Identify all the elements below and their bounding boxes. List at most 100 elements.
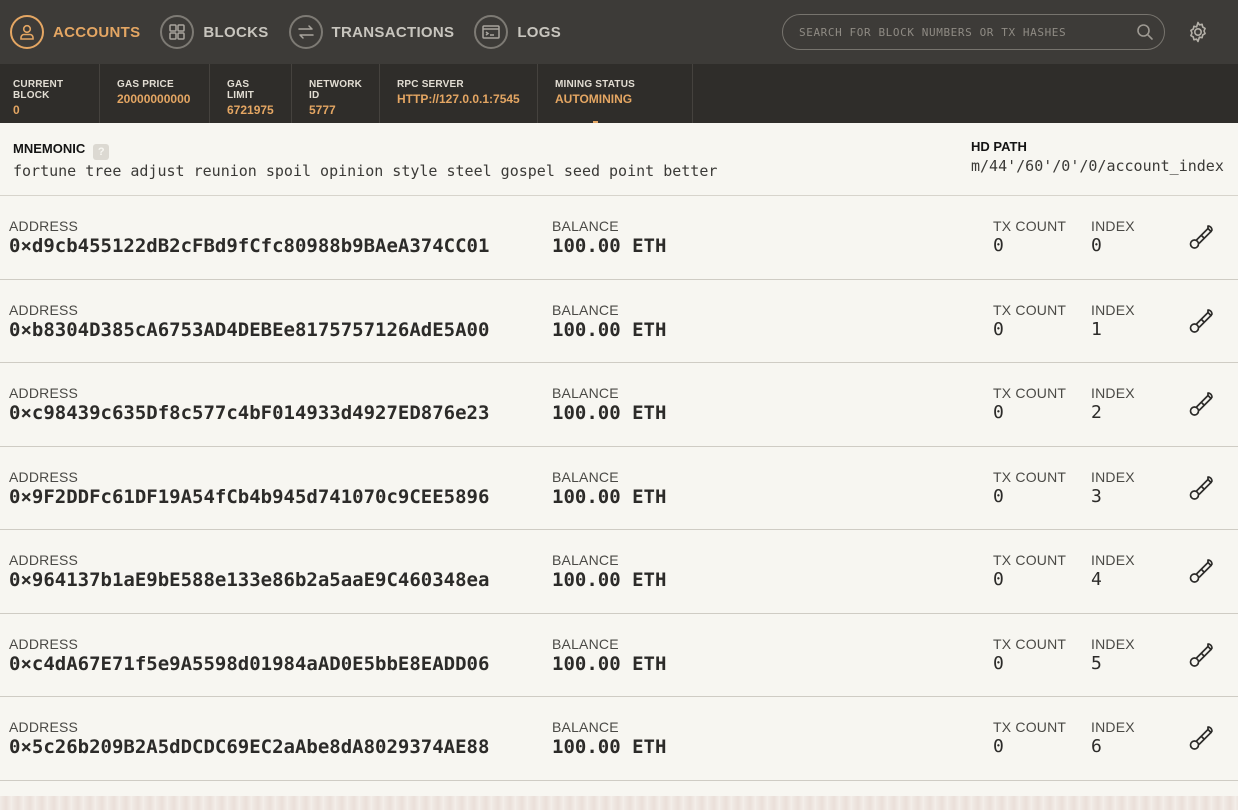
account-index: 2 bbox=[1091, 402, 1102, 423]
stat-value: HTTP://127.0.0.1:7545 bbox=[397, 92, 520, 106]
stat-gas-limit: GAS LIMIT 6721975 bbox=[210, 64, 292, 123]
account-balance: 100.00 ETH bbox=[552, 736, 667, 758]
account-balance: 100.00 ETH bbox=[552, 569, 667, 591]
tx-count-label: TX COUNT bbox=[993, 552, 1067, 568]
account-address: 0×9F2DDFc61DF19A54fCb4b945d741070c9CEE58… bbox=[9, 485, 490, 508]
stat-value: 20000000000 bbox=[117, 92, 191, 106]
nav-logs[interactable]: LOGS bbox=[474, 15, 561, 49]
blocks-icon bbox=[160, 15, 195, 49]
account-tx-count: 0 bbox=[993, 318, 1004, 340]
balance-label: BALANCE bbox=[552, 719, 619, 735]
index-label: INDEX bbox=[1091, 552, 1135, 568]
address-label: ADDRESS bbox=[9, 635, 79, 652]
key-icon[interactable] bbox=[1186, 389, 1216, 419]
stat-label: GAS LIMIT bbox=[227, 79, 255, 101]
key-icon[interactable] bbox=[1186, 723, 1216, 753]
account-row: ADDRESS 0×c4dA67E71f5e9A5598d01984aAD0E5… bbox=[0, 614, 1238, 697]
stat-value: 6721975 bbox=[227, 103, 274, 117]
account-address: 0×964137b1aE9bE588e133e86b2a5aaE9C460348… bbox=[9, 569, 490, 591]
address-label: ADDRESS bbox=[9, 385, 79, 401]
key-icon[interactable] bbox=[1186, 473, 1216, 503]
stat-label: MINING STATUS bbox=[555, 79, 636, 90]
account-tx-count: 0 bbox=[993, 402, 1004, 423]
mnemonic-panel: MNEMONIC? fortune tree adjust reunion sp… bbox=[0, 123, 1238, 196]
stat-label: NETWORK ID bbox=[309, 79, 363, 101]
index-label: INDEX bbox=[1091, 635, 1135, 652]
account-tx-count: 0 bbox=[993, 235, 1004, 256]
stat-mining-status: MINING STATUS AUTOMINING bbox=[538, 64, 693, 123]
hd-path-value: m/44'/60'/0'/0/account_index bbox=[971, 157, 1224, 175]
status-bar: CURRENT BLOCK 0 GAS PRICE 20000000000 GA… bbox=[0, 64, 1238, 123]
search-box[interactable] bbox=[782, 14, 1165, 50]
nav-accounts-label: ACCOUNTS bbox=[53, 23, 141, 41]
index-label: INDEX bbox=[1091, 468, 1135, 485]
stat-value: 5777 bbox=[309, 103, 336, 117]
account-row: ADDRESS 0×b8304D385cA6753AD4DEBEe8175757… bbox=[0, 280, 1238, 363]
balance-label: BALANCE bbox=[552, 468, 619, 485]
nav-blocks[interactable]: BLOCKS bbox=[160, 15, 268, 49]
nav-blocks-label: BLOCKS bbox=[203, 23, 269, 41]
tx-count-label: TX COUNT bbox=[993, 719, 1067, 735]
nav-logs-label: LOGS bbox=[517, 23, 562, 41]
account-index: 3 bbox=[1091, 485, 1102, 507]
account-address: 0×b8304D385cA6753AD4DEBEe8175757126AdE5A… bbox=[9, 318, 490, 341]
account-index: 6 bbox=[1091, 736, 1102, 757]
balance-label: BALANCE bbox=[552, 301, 619, 318]
account-index: 0 bbox=[1091, 235, 1102, 256]
account-row: ADDRESS 0×5c26b209B2A5dDCDC69EC2aAbe8dA8… bbox=[0, 697, 1238, 781]
balance-label: BALANCE bbox=[552, 385, 619, 401]
address-label: ADDRESS bbox=[9, 301, 79, 318]
transfer-icon bbox=[288, 15, 323, 49]
stat-value: AUTOMINING bbox=[555, 92, 633, 106]
key-icon[interactable] bbox=[1186, 556, 1216, 586]
tx-count-label: TX COUNT bbox=[993, 468, 1067, 485]
nav-transactions[interactable]: TRANSACTIONS bbox=[288, 15, 455, 49]
account-balance: 100.00 ETH bbox=[552, 652, 667, 675]
address-label: ADDRESS bbox=[9, 719, 79, 735]
account-address: 0×5c26b209B2A5dDCDC69EC2aAbe8dA8029374AE… bbox=[9, 736, 490, 758]
key-icon[interactable] bbox=[1186, 306, 1216, 336]
stat-network-id: NETWORK ID 5777 bbox=[292, 64, 380, 123]
stat-gas-price: GAS PRICE 20000000000 bbox=[100, 64, 210, 123]
mnemonic-label: MNEMONIC bbox=[13, 141, 86, 156]
key-icon[interactable] bbox=[1186, 222, 1216, 252]
gear-icon[interactable] bbox=[1186, 20, 1210, 44]
account-balance: 100.00 ETH bbox=[552, 402, 667, 424]
balance-label: BALANCE bbox=[552, 635, 619, 652]
next-row-peek bbox=[0, 796, 1238, 810]
index-label: INDEX bbox=[1091, 301, 1135, 318]
tx-count-label: TX COUNT bbox=[993, 385, 1067, 401]
mnemonic-words: fortune tree adjust reunion spoil opinio… bbox=[13, 162, 718, 180]
account-balance: 100.00 ETH bbox=[552, 318, 667, 341]
key-icon[interactable] bbox=[1186, 640, 1216, 670]
help-icon[interactable]: ? bbox=[93, 144, 110, 160]
account-address: 0×d9cb455122dB2cFBd9fCfc80988b9BAeA374CC… bbox=[9, 235, 490, 257]
account-index: 1 bbox=[1091, 318, 1102, 340]
nav-accounts[interactable]: ACCOUNTS bbox=[10, 15, 140, 49]
nav-transactions-label: TRANSACTIONS bbox=[331, 23, 455, 41]
person-icon bbox=[10, 15, 44, 49]
stat-label: RPC SERVER bbox=[397, 79, 464, 90]
account-address: 0×c4dA67E71f5e9A5598d01984aAD0E5bbE8EADD… bbox=[9, 652, 490, 675]
stat-label: GAS PRICE bbox=[117, 79, 174, 90]
address-label: ADDRESS bbox=[9, 218, 79, 234]
account-row: ADDRESS 0×9F2DDFc61DF19A54fCb4b945d74107… bbox=[0, 447, 1238, 530]
address-label: ADDRESS bbox=[9, 552, 79, 568]
index-label: INDEX bbox=[1091, 719, 1135, 735]
account-tx-count: 0 bbox=[993, 485, 1004, 507]
account-balance: 100.00 ETH bbox=[552, 235, 667, 257]
search-input[interactable] bbox=[797, 24, 1136, 40]
balance-label: BALANCE bbox=[552, 552, 619, 568]
account-row: ADDRESS 0×c98439c635Df8c577c4bF014933d49… bbox=[0, 363, 1238, 447]
account-index: 4 bbox=[1091, 569, 1102, 590]
terminal-icon bbox=[474, 15, 509, 49]
index-label: INDEX bbox=[1091, 385, 1135, 401]
mnemonic-heading: MNEMONIC? bbox=[13, 141, 110, 160]
search-icon[interactable] bbox=[1136, 23, 1154, 41]
stat-label: CURRENT BLOCK bbox=[13, 79, 64, 101]
top-navigation: ACCOUNTS BLOCKS TRANSACTIONS LOGS bbox=[0, 0, 1238, 64]
stat-rpc-server: RPC SERVER HTTP://127.0.0.1:7545 bbox=[380, 64, 538, 123]
accounts-list: ADDRESS 0×d9cb455122dB2cFBd9fCfc80988b9B… bbox=[0, 196, 1238, 781]
stat-current-block: CURRENT BLOCK 0 bbox=[0, 64, 100, 123]
account-row: ADDRESS 0×964137b1aE9bE588e133e86b2a5aaE… bbox=[0, 530, 1238, 614]
